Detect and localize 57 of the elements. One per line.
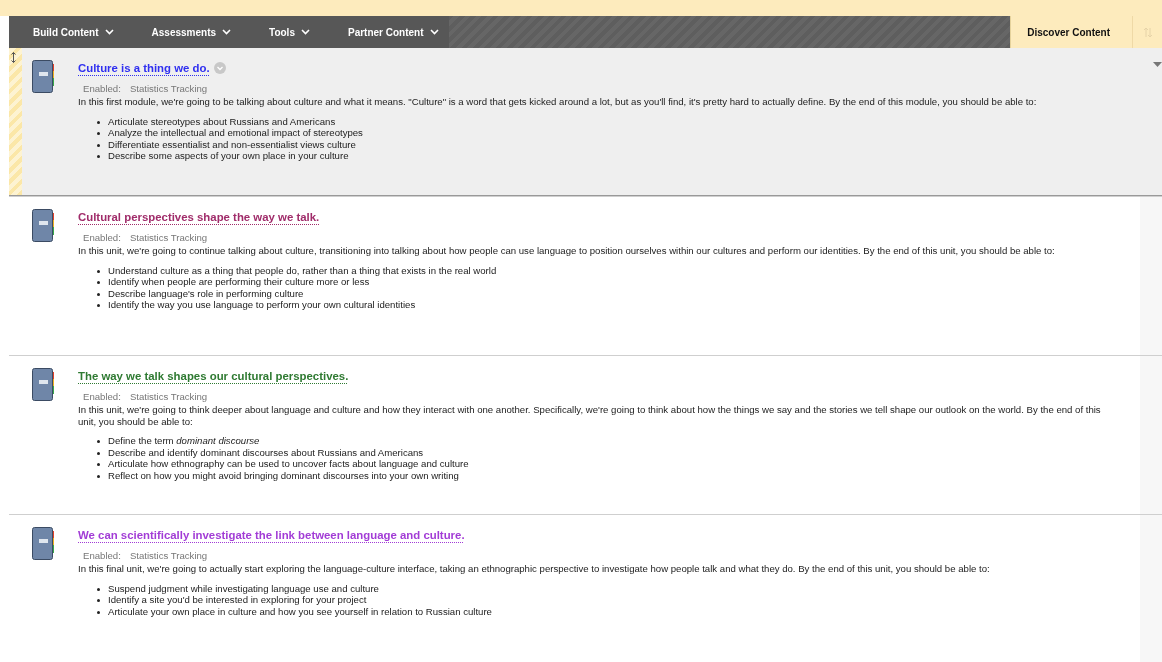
objective-text: Articulate how ethnography can be used to uncover facts about language and culture: [108, 458, 469, 470]
bullet-icon: [97, 599, 100, 603]
bullet-icon: [97, 120, 100, 124]
notebook-icon: [32, 527, 56, 560]
bullet-icon: [97, 132, 100, 136]
objective-text: Understand culture as a thing that people do, rather than a thing that exists in the real world: [108, 264, 497, 276]
chevron-down-icon: [104, 29, 114, 35]
bullet-icon: [97, 304, 100, 308]
objective-text: Reflect on how you might avoid bringing dominant discourses into your own writing: [108, 469, 459, 481]
enabled-value: Statistics Tracking: [129, 83, 208, 94]
item-title-link[interactable]: The way we talk shapes our cultural perspectives.: [78, 370, 349, 382]
enabled-label: Enabled:: [83, 232, 121, 243]
enabled-label: Enabled:: [83, 550, 121, 561]
objective-text: Suspend judgment while investigating language use and culture: [108, 582, 379, 594]
item-title-link[interactable]: Culture is a thing we do.: [78, 62, 210, 74]
item-description: In this unit, we're going to continue talking about culture, transitioning into talking about how people can use language to position ourselves within our cultures and perform our identities. By the end of this unit, you should be able to:: [78, 245, 1056, 257]
bullet-icon: [97, 451, 100, 455]
drag-handle-icon[interactable]: [11, 52, 16, 63]
notebook-icon: [32, 368, 56, 401]
bullet-icon: [97, 610, 100, 614]
objective-text: Describe some aspects of your own place in your culture: [108, 150, 349, 162]
bullet-icon: [97, 474, 100, 478]
objective-text: Describe language's role in performing culture: [108, 287, 304, 299]
chevron-down-icon: [222, 29, 232, 35]
bullet-icon: [97, 155, 100, 159]
objective-text: Identify the way you use language to perform your own cultural identities: [108, 299, 416, 311]
enabled-value: Statistics Tracking: [129, 232, 208, 243]
caret-down-icon[interactable]: [1153, 62, 1162, 67]
item-title-link[interactable]: We can scientifically investigate the link between language and culture.: [78, 529, 465, 541]
notebook-icon: [32, 209, 56, 242]
chevron-down-icon: [300, 29, 310, 35]
enabled-value: Statistics Tracking: [129, 391, 208, 402]
notebook-icon: [32, 60, 56, 93]
objective-text: Describe and identify dominant discourses about Russians and Americans: [108, 446, 424, 458]
bullet-icon: [97, 587, 100, 591]
objective-text: Identify a site you'd be interested in exploring for your project: [108, 594, 367, 606]
bullet-icon: [97, 269, 100, 273]
objective-text: Define the term dominant discourse: [108, 435, 260, 447]
item-title-link[interactable]: Cultural perspectives shape the way we talk.: [78, 211, 320, 223]
item-description: In this final unit, we're going to actually start exploring the language-culture interface, taking an ethnographic perspective to investigate how people talk and what they do. By the end of this unit, you should be able to:: [78, 563, 991, 575]
bullet-icon: [97, 143, 100, 147]
bullet-icon: [97, 440, 100, 444]
objective-text: Articulate stereotypes about Russians and Americans: [108, 115, 336, 127]
chevron-down-icon: [429, 29, 439, 35]
objective-text: Differentiate essentialist and non-essentialist views culture: [108, 138, 356, 150]
bullet-icon: [97, 292, 100, 296]
item-description: In this first module, we're going to be talking about culture and what it means. "Culture" is a word that gets kicked around a lot, but as you'll find, it's pretty hard to actually define. By the end of this module, you should be able to:: [78, 96, 1038, 108]
objective-text: Identify when people are performing their culture more or less: [108, 276, 370, 288]
discover-content-button[interactable]: Discover Content: [1010, 16, 1132, 48]
enabled-label: Enabled:: [83, 391, 121, 402]
enabled-label: Enabled:: [83, 83, 121, 94]
item-description: In this unit, we're going to think deeper about language and culture and how they interact with one another. Specifically, we're going to think about how the things we say and the stories we tell shape our outlook on the world. By the end of this unit, you should be able to:: [78, 404, 1102, 428]
enabled-value: Statistics Tracking: [129, 550, 208, 561]
bullet-icon: [97, 463, 100, 467]
objective-text: Analyze the intellectual and emotional impact of stereotypes: [108, 127, 363, 139]
objective-text: Articulate your own place in culture and how you see yourself in relation to Russian culture: [108, 605, 492, 617]
bullet-icon: [97, 281, 100, 285]
